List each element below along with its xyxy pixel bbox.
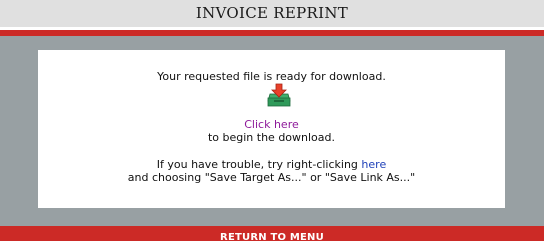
tray-slot (274, 100, 284, 102)
click-here-link[interactable]: Click here (38, 118, 505, 132)
ready-message: Your requested file is ready for downloa… (157, 70, 386, 83)
download-tray-icon[interactable] (267, 83, 291, 107)
save-instructions: and choosing "Save Target As..." or "Sav… (127, 171, 416, 184)
page-title: INVOICE REPRINT (195, 4, 349, 22)
here-link[interactable]: here (361, 158, 386, 171)
return-to-menu-button[interactable]: RETURN TO MENU (220, 226, 324, 241)
download-panel: Your requested file is ready for downloa… (38, 50, 505, 208)
trouble-prefix: If you have trouble, try right-clicking (156, 158, 362, 171)
invoice-reprint-page: INVOICE REPRINT Your requested file is r… (0, 0, 544, 241)
title-bar: INVOICE REPRINT (0, 0, 544, 27)
begin-download-text: to begin the download. (207, 131, 336, 144)
bottom-bar: RETURN TO MENU (0, 226, 544, 241)
trouble-line: If you have trouble, try right-clicking … (38, 158, 505, 172)
